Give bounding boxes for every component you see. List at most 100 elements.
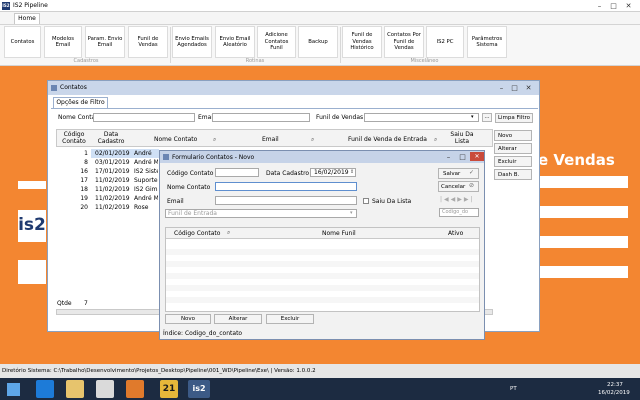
excluir-button[interactable]: Excluir — [494, 156, 532, 167]
column-nome-funil[interactable]: Nome Funil — [322, 230, 356, 237]
ribbon-funil-vendas-button[interactable]: Funil de Vendas — [128, 26, 168, 58]
tab-home[interactable]: Home — [14, 13, 40, 24]
minimize-icon[interactable]: – — [496, 83, 507, 93]
table-row-name[interactable]: André Mo — [134, 194, 158, 203]
table-row-code[interactable]: 1 — [74, 149, 88, 158]
table-row-date[interactable]: 02/01/2019 — [95, 149, 130, 158]
background-stripe — [538, 266, 628, 278]
app-21-icon[interactable]: 21 — [160, 380, 178, 398]
column-data-cadastro[interactable]: Data Cadastro — [94, 131, 128, 145]
table-row-code[interactable]: 20 — [74, 203, 88, 212]
ribbon-separator — [340, 27, 341, 63]
ribbon-adicione-contatos-funil-button[interactable]: Adicione Contatos Funil — [257, 26, 296, 58]
search-icon[interactable]: ⌕ — [213, 136, 216, 144]
codigo-contato-input[interactable] — [215, 168, 259, 177]
ribbon-funil-historico-button[interactable]: Funil de Vendas Histórico — [342, 26, 382, 58]
grid-alterar-button[interactable]: Alterar — [214, 314, 262, 324]
column-codigo-contato[interactable]: Código Contato — [174, 230, 220, 237]
table-row-name[interactable]: Rose — [134, 203, 158, 212]
table-row-code[interactable]: 8 — [74, 158, 88, 167]
windows-start-icon[interactable] — [7, 383, 20, 396]
grid-stripe — [166, 285, 479, 291]
column-saiu-lista[interactable]: Saiu Da Lista — [450, 131, 474, 145]
close-icon[interactable]: ✕ — [523, 83, 534, 93]
ribbon-envio-emails-agendados-button[interactable]: Envio Emails Agendados — [172, 26, 212, 58]
table-row-name[interactable]: Suporte I — [134, 176, 158, 185]
grid-stripe — [166, 297, 479, 303]
nome-contato-label: Nome Contato — [167, 184, 211, 191]
dashboard-button[interactable]: Dash B. — [494, 169, 532, 180]
grid-excluir-button[interactable]: Excluir — [266, 314, 314, 324]
saiu-lista-label: Saiu Da Lista — [372, 198, 412, 205]
funil-entrada-select[interactable]: Funil de Entrada — [165, 209, 357, 218]
table-row-date[interactable]: 11/02/2019 — [95, 203, 130, 212]
column-ativo[interactable]: Ativo — [448, 230, 463, 237]
close-icon[interactable]: ✕ — [623, 1, 634, 11]
filter-more-button[interactable]: ... — [482, 113, 492, 122]
table-row-date[interactable]: 03/01/2019 — [95, 158, 130, 167]
background-stripe — [538, 206, 628, 218]
spin-icon[interactable]: ⇕ — [350, 169, 354, 175]
email-label: Email — [167, 198, 184, 205]
table-row-date[interactable]: 17/01/2019 — [95, 167, 130, 176]
search-icon[interactable]: ⌕ — [227, 229, 230, 237]
table-row-name[interactable]: IS2 Siste — [134, 167, 158, 176]
novo-button[interactable]: Novo — [494, 130, 532, 141]
column-funil-entrada[interactable]: Funil de Venda de Entrada — [348, 136, 427, 143]
minimize-icon[interactable]: – — [443, 152, 454, 162]
email-input[interactable] — [215, 196, 357, 205]
firefox-icon[interactable] — [126, 380, 144, 398]
record-navigator[interactable]: |◀◀▶▶| — [440, 196, 475, 203]
table-row-name[interactable]: André — [134, 149, 158, 158]
grid-stripe — [166, 261, 479, 267]
tab-opcoes-filtro[interactable]: Opções de Filtro — [53, 97, 108, 108]
chrome-icon[interactable] — [96, 380, 114, 398]
alterar-button[interactable]: Alterar — [494, 143, 532, 154]
table-row-date[interactable]: 11/02/2019 — [95, 176, 130, 185]
filter-funil-select[interactable] — [364, 113, 479, 122]
column-codigo-contato[interactable]: Código Contato — [60, 131, 88, 145]
ribbon-backup-button[interactable]: Backup — [298, 26, 338, 58]
table-row-code[interactable]: 17 — [74, 176, 88, 185]
ribbon-contatos-button[interactable]: Contatos — [4, 26, 41, 58]
ribbon-param-envio-email-button[interactable]: Param. Envio Email — [85, 26, 125, 58]
navigator-field-select[interactable]: Codigo_do — [439, 208, 479, 217]
clock-date[interactable]: 16/02/2019 — [598, 390, 630, 396]
filter-nome-input[interactable] — [93, 113, 195, 122]
language-indicator[interactable]: PT — [510, 386, 517, 392]
maximize-icon[interactable]: □ — [608, 1, 619, 11]
table-row-name[interactable]: André Mo — [134, 158, 158, 167]
ribbon-modelos-email-button[interactable]: Modelos Email — [44, 26, 82, 58]
search-icon[interactable]: ⌕ — [311, 136, 314, 144]
table-row-code[interactable]: 18 — [74, 185, 88, 194]
search-icon[interactable]: ⌕ — [434, 136, 437, 144]
filter-email-input[interactable] — [212, 113, 310, 122]
table-row-code[interactable]: 16 — [74, 167, 88, 176]
table-row-code[interactable]: 19 — [74, 194, 88, 203]
column-email[interactable]: Email — [262, 136, 279, 143]
formulario-contatos-window: Formulario Contatos - Novo – □ ✕ Código … — [159, 150, 485, 340]
column-nome-contato[interactable]: Nome Contato — [154, 136, 197, 143]
nome-contato-input[interactable] — [215, 182, 357, 191]
is2-taskbar-icon[interactable]: is2 — [188, 380, 210, 398]
maximize-icon[interactable]: □ — [509, 83, 520, 93]
ribbon-group-miscelaneo: Miscelâneo — [410, 58, 439, 64]
table-row-date[interactable]: 11/02/2019 — [95, 194, 130, 203]
table-row-date[interactable]: 11/02/2019 — [95, 185, 130, 194]
clear-filter-button[interactable]: Limpa Filtro — [495, 113, 533, 123]
table-row-name[interactable]: IS2 Gima — [134, 185, 158, 194]
close-icon[interactable]: ✕ — [470, 152, 484, 161]
minimize-icon[interactable]: – — [594, 1, 605, 11]
clock-time[interactable]: 22:37 — [607, 382, 623, 388]
ribbon-parametros-sistema-button[interactable]: Parâmetros Sistema — [467, 26, 507, 58]
ribbon-envio-email-aleatorio-button[interactable]: Envio Email Aleatório — [215, 26, 255, 58]
maximize-icon[interactable]: □ — [457, 152, 468, 162]
status-bar: Diretório Sistema: C:\Trabalho\Desenvolv… — [0, 364, 640, 378]
folder-icon[interactable] — [66, 380, 84, 398]
grid-novo-button[interactable]: Novo — [165, 314, 211, 324]
saiu-lista-checkbox[interactable] — [363, 198, 369, 204]
background-stripe — [538, 236, 628, 248]
ie-icon[interactable] — [36, 380, 54, 398]
ribbon-is2-pc-button[interactable]: IS2 PC — [426, 26, 464, 58]
ribbon-contatos-por-funil-button[interactable]: Contatos Por Funil de Vendas — [384, 26, 424, 58]
